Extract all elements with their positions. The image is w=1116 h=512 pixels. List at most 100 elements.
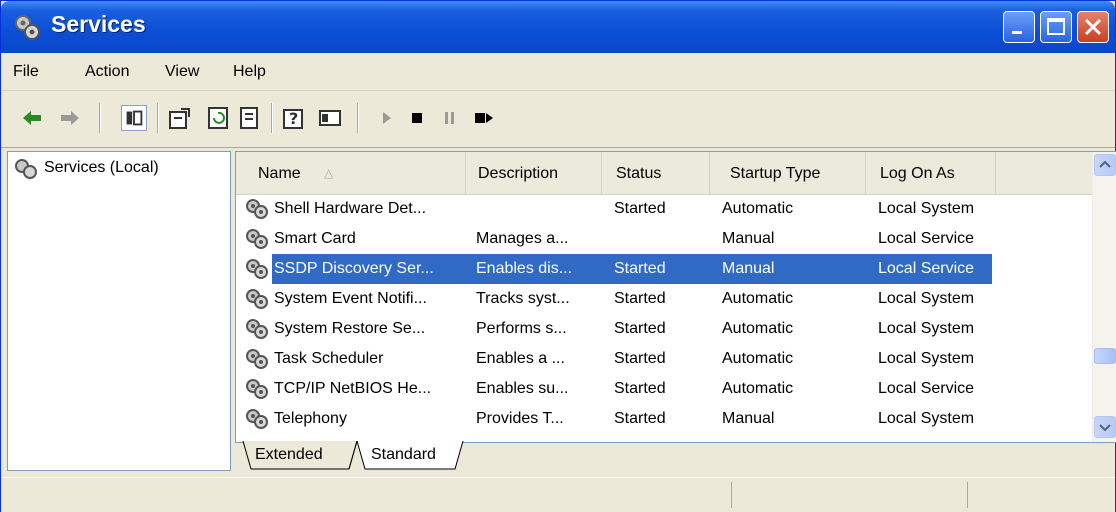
row-description: Enables a ... [476,350,565,367]
row-startup-type: Manual [722,410,775,427]
scroll-up-button[interactable] [1094,154,1116,176]
toolbar: ? [1,91,1115,148]
row-name: Smart Card [274,230,356,247]
row-log-on-as: Local System [878,290,975,307]
row-log-on-as: Local System [878,320,975,337]
close-icon [1084,18,1102,36]
column-header-log-on-as[interactable]: Log On As [866,152,996,194]
row-description: Performs s... [476,320,567,337]
column-header-status[interactable]: Status [602,152,710,194]
tab-extended[interactable]: Extended [255,441,323,469]
row-status: Started [614,380,666,397]
gear-service-icon [246,379,268,399]
close-button[interactable] [1077,11,1109,43]
gear-service-icon [246,349,268,369]
start-service-icon[interactable] [373,105,399,131]
tree-item-label: Services (Local) [44,159,159,176]
chevron-down-icon [1099,424,1111,432]
row-log-on-as: Local System [878,410,975,427]
row-startup-type: Automatic [722,290,794,307]
row-startup-type: Automatic [722,200,794,217]
gear-service-icon [246,229,268,249]
help-icon[interactable]: ? [281,105,307,131]
row-description: Enables dis... [476,260,573,277]
menu-file[interactable]: File [13,63,39,81]
row-log-on-as: Local System [878,200,975,217]
row-name: TCP/IP NetBIOS He... [274,380,432,397]
vertical-scrollbar[interactable] [1092,152,1116,442]
stop-service-icon[interactable] [405,105,431,131]
row-description: Provides T... [476,410,564,427]
row-name: Task Scheduler [274,350,384,367]
back-arrow-icon[interactable] [19,105,45,131]
row-name: Shell Hardware Det... [274,200,427,217]
row-description: Manages a... [476,230,569,247]
column-status-label: Status [616,165,662,182]
gear-service-icon [246,319,268,339]
column-log-on-as-label: Log On As [880,165,955,182]
forward-arrow-icon[interactable] [57,105,83,131]
services-icon [15,159,37,179]
refresh-icon[interactable] [205,105,231,131]
column-description-label: Description [478,165,559,182]
properties-icon[interactable] [167,105,193,131]
menu-bar: File Action View Help [1,54,1115,91]
table-row[interactable]: Shell Hardware Det... Started Automatic Loc… [236,194,1092,224]
table-row[interactable]: Telephony Provides T... Started Manual Local… [236,404,1092,434]
row-name: SSDP Discovery Ser... [274,260,434,277]
column-header-description[interactable]: Description [466,152,602,194]
toolbar-separator [157,103,159,133]
menu-help[interactable]: Help [233,63,266,81]
column-header-startup-type[interactable]: Startup Type [710,152,866,194]
show-hide-tree-icon[interactable] [121,105,147,131]
table-row[interactable]: System Event Notifi... Tracks syst... Star… [236,284,1092,314]
row-log-on-as: Local Service [878,380,975,397]
sort-ascending-icon: △ [324,166,334,180]
table-row[interactable]: TCP/IP NetBIOS He... Enables su... Started… [236,374,1092,404]
gear-service-icon [246,289,268,309]
gear-service-icon [246,199,268,219]
status-panel [967,482,1114,508]
menu-view[interactable]: View [165,63,199,81]
tab-standard[interactable]: Standard [371,441,436,469]
column-header-name[interactable]: Name △ [236,152,466,194]
row-description: Enables su... [476,380,569,397]
row-status: Started [614,350,666,367]
row-startup-type: Manual [722,260,775,277]
column-header: Name △ Description Status Startup Type L… [236,152,1092,195]
row-status: Started [614,410,666,427]
menu-action[interactable]: Action [85,63,129,81]
toolbar-separator [99,103,101,133]
table-row[interactable]: SSDP Discovery Ser... Enables dis... Start… [236,254,1092,284]
window-title: Services [51,11,146,37]
row-startup-type: Automatic [722,380,794,397]
status-bar [1,477,1115,512]
table-row[interactable]: System Restore Se... Performs s... Started… [236,314,1092,344]
row-startup-type: Manual [722,230,775,247]
maximize-button[interactable] [1040,11,1072,43]
console-tree: Services (Local) [7,151,231,471]
toolbar-separator [271,103,273,133]
table-row[interactable]: Smart Card Manages a... Manual Local Servic… [236,224,1092,254]
scroll-thumb[interactable] [1094,348,1116,364]
minimize-button[interactable] [1003,11,1035,43]
maximize-icon [1047,18,1065,35]
console-icon[interactable] [317,105,343,131]
row-status: Started [614,290,666,307]
services-icon [15,15,40,40]
pause-service-icon[interactable] [437,105,463,131]
title-bar[interactable]: Services [1,1,1115,53]
scroll-down-button[interactable] [1094,416,1116,438]
row-description: Tracks syst... [476,290,570,307]
row-log-on-as: Local Service [878,260,975,277]
export-list-icon[interactable] [237,105,263,131]
table-row[interactable]: Task Scheduler Enables a ... Started Automa… [236,344,1092,374]
gear-service-icon [246,259,268,279]
column-name-label: Name [258,165,301,182]
minimize-icon [1012,31,1022,34]
status-panel [731,482,968,508]
svg-text:?: ? [289,109,298,128]
restart-service-icon[interactable] [471,105,497,131]
toolbar-separator [357,103,359,133]
view-tabs: Extended Standard [235,441,1115,471]
